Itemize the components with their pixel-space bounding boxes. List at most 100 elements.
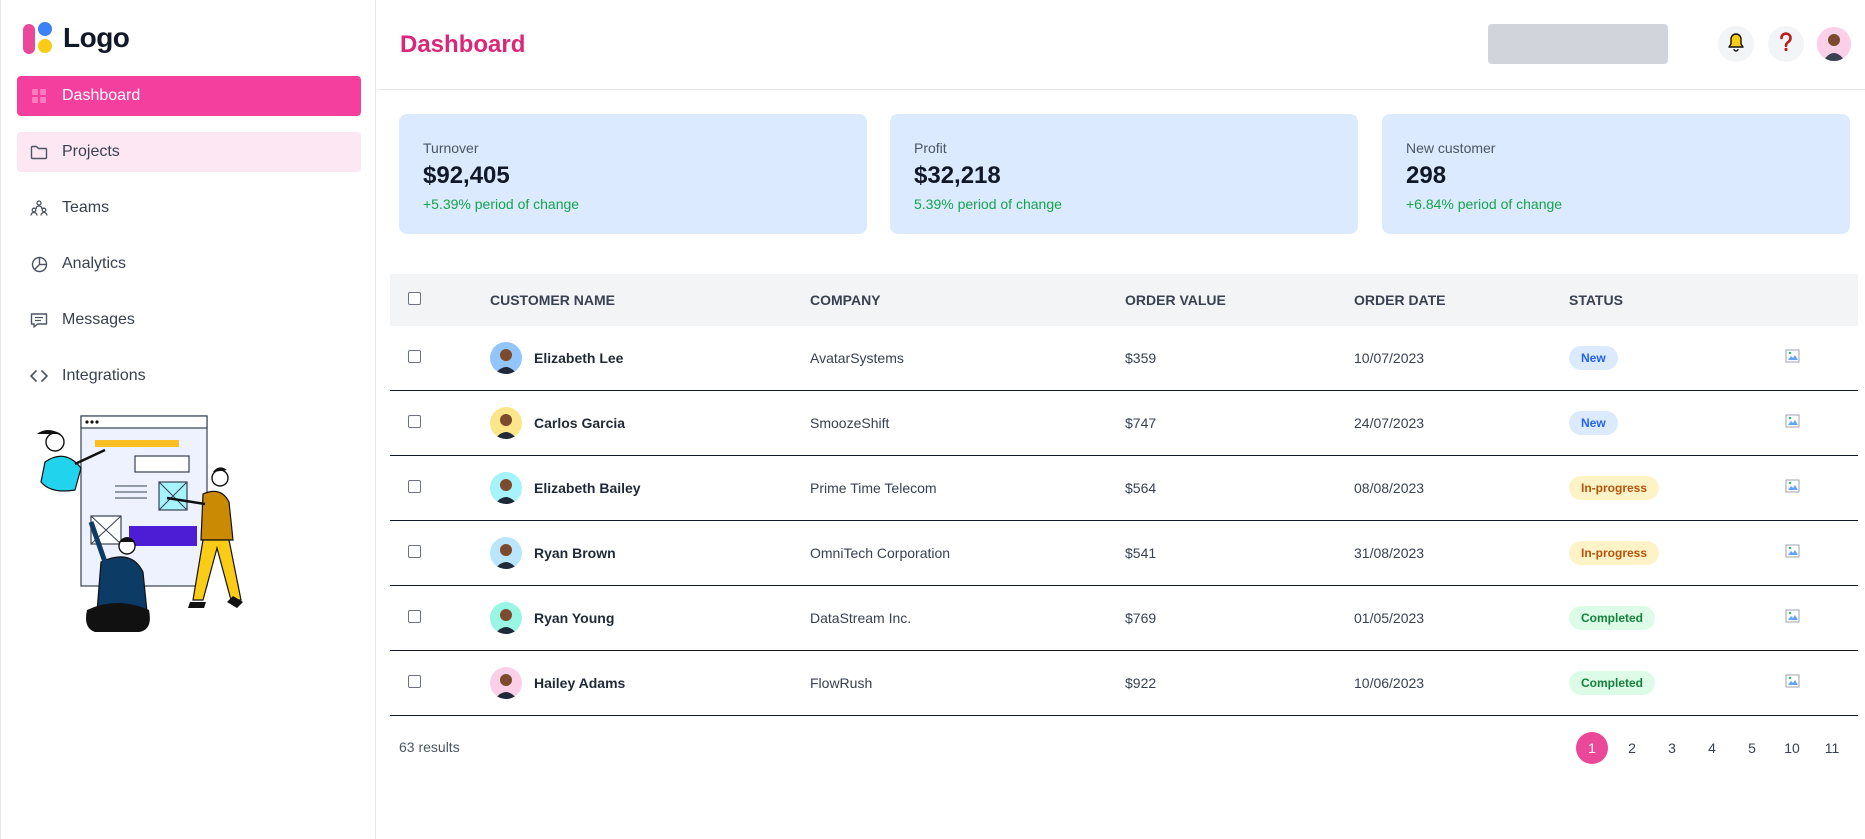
- page-button[interactable]: 10: [1776, 732, 1808, 764]
- order-value-cell: $747: [1125, 414, 1157, 431]
- page-button[interactable]: 2: [1616, 732, 1648, 764]
- message-icon: [30, 311, 48, 329]
- logo-text: Logo: [63, 22, 130, 53]
- row-action-image-icon[interactable]: [1785, 608, 1801, 624]
- row-action-image-icon[interactable]: [1785, 478, 1801, 494]
- row-checkbox[interactable]: [408, 674, 421, 688]
- sidebar-item-label: Projects: [62, 143, 120, 160]
- column-header-order-date[interactable]: ORDER DATE: [1354, 274, 1569, 326]
- order-date-cell: 08/08/2023: [1354, 479, 1425, 496]
- sidebar-item-label: Teams: [62, 199, 110, 216]
- notifications-button[interactable]: [1718, 26, 1754, 62]
- customer-name: Elizabeth Bailey: [534, 479, 641, 496]
- order-value-cell: $359: [1125, 349, 1157, 366]
- sidebar-item-integrations[interactable]: Integrations: [17, 356, 361, 396]
- company-cell: OmniTech Corporation: [810, 544, 951, 561]
- logo-mark-icon: [23, 22, 55, 54]
- company-cell: Prime Time Telecom: [810, 479, 937, 496]
- sidebar-item-messages[interactable]: Messages: [17, 300, 361, 340]
- row-checkbox[interactable]: [408, 609, 421, 623]
- stat-label: New customer: [1406, 140, 1496, 156]
- customer-name: Ryan Brown: [534, 544, 616, 561]
- row-action-image-icon[interactable]: [1785, 348, 1801, 364]
- customer-avatar: [490, 601, 522, 634]
- row-checkbox[interactable]: [408, 479, 421, 493]
- stat-value: $32,218: [914, 162, 1001, 189]
- row-checkbox[interactable]: [408, 414, 421, 428]
- grid-icon: [30, 87, 48, 105]
- column-header-customer-name[interactable]: CUSTOMER NAME: [490, 274, 810, 326]
- column-header-status[interactable]: STATUS: [1569, 274, 1785, 326]
- order-date-cell: 01/05/2023: [1354, 609, 1425, 626]
- row-action-image-icon[interactable]: [1785, 543, 1801, 559]
- order-value-cell: $541: [1125, 544, 1157, 561]
- stat-card-profit: Profit $32,218 5.39% period of change: [890, 114, 1358, 234]
- sidebar-item-label: Integrations: [62, 367, 146, 384]
- table-row[interactable]: Hailey Adams FlowRush $922 10/06/2023 Co…: [390, 650, 1858, 715]
- status-badge: New: [1569, 345, 1618, 370]
- table-row[interactable]: Elizabeth Lee AvatarSystems $359 10/07/2…: [390, 326, 1858, 390]
- pie-chart-icon: [30, 255, 48, 273]
- row-action-image-icon[interactable]: [1785, 413, 1801, 429]
- top-header: Dashboard: [377, 0, 1865, 90]
- status-badge: Completed: [1569, 605, 1656, 630]
- page-button[interactable]: 5: [1736, 732, 1768, 764]
- customer-cell: Ryan Young: [490, 601, 810, 634]
- search-bar[interactable]: [1488, 24, 1668, 64]
- customer-avatar: [490, 471, 522, 504]
- row-checkbox[interactable]: [408, 544, 421, 558]
- page-button[interactable]: 3: [1656, 732, 1688, 764]
- stat-change: 5.39% period of change: [914, 196, 1062, 212]
- page-button[interactable]: 11: [1816, 732, 1848, 764]
- table-row[interactable]: Ryan Brown OmniTech Corporation $541 31/…: [390, 520, 1858, 585]
- customer-cell: Elizabeth Lee: [490, 341, 810, 374]
- page-button[interactable]: 1: [1576, 732, 1608, 764]
- teams-icon: [30, 199, 48, 217]
- sidebar-item-analytics[interactable]: Analytics: [17, 244, 361, 284]
- code-icon: [30, 367, 48, 385]
- stat-change: +5.39% period of change: [423, 196, 580, 212]
- table-row[interactable]: Elizabeth Bailey Prime Time Telecom $564…: [390, 455, 1858, 520]
- order-date-cell: 10/06/2023: [1354, 674, 1425, 691]
- column-header-order-value[interactable]: ORDER VALUE: [1125, 274, 1354, 326]
- customer-avatar: [490, 406, 522, 439]
- company-cell: AvatarSystems: [810, 349, 904, 366]
- table-row[interactable]: Carlos Garcia SmoozeShift $747 24/07/202…: [390, 390, 1858, 455]
- folder-icon: [30, 143, 48, 161]
- company-cell: FlowRush: [810, 674, 873, 691]
- customer-avatar: [490, 666, 522, 699]
- sidebar-item-projects[interactable]: Projects: [17, 132, 361, 172]
- order-date-cell: 31/08/2023: [1354, 544, 1425, 561]
- sidebar-item-label: Messages: [62, 311, 135, 328]
- bell-icon: [1727, 32, 1745, 57]
- sidebar-item-dashboard[interactable]: Dashboard: [17, 76, 361, 116]
- help-button[interactable]: [1768, 26, 1804, 62]
- order-date-cell: 24/07/2023: [1354, 414, 1425, 431]
- customer-name: Elizabeth Lee: [534, 349, 624, 366]
- page-button[interactable]: 4: [1696, 732, 1728, 764]
- logo[interactable]: Logo: [23, 22, 130, 54]
- column-header-company[interactable]: COMPANY: [810, 274, 1125, 326]
- status-badge: In-progress: [1569, 540, 1660, 565]
- sidebar-nav: Dashboard Projects Teams Analytics Messa…: [17, 76, 361, 412]
- user-avatar[interactable]: [1817, 27, 1851, 61]
- results-count: 63 results: [399, 739, 460, 755]
- customer-cell: Ryan Brown: [490, 536, 810, 569]
- status-badge: In-progress: [1569, 475, 1660, 500]
- sidebar-item-teams[interactable]: Teams: [17, 188, 361, 228]
- table-row[interactable]: Ryan Young DataStream Inc. $769 01/05/20…: [390, 585, 1858, 650]
- order-value-cell: $922: [1125, 674, 1157, 691]
- team-illustration: [35, 412, 255, 652]
- sidebar-item-label: Analytics: [62, 255, 127, 272]
- help-icon: [1779, 31, 1793, 57]
- pagination: 1 2 3 4 5 10 11: [1576, 732, 1856, 764]
- stat-card-turnover: Turnover $92,405 +5.39% period of change: [399, 114, 867, 234]
- company-cell: SmoozeShift: [810, 414, 890, 431]
- select-all-checkbox[interactable]: [408, 292, 421, 305]
- customer-cell: Elizabeth Bailey: [490, 471, 810, 504]
- customer-cell: Hailey Adams: [490, 666, 810, 699]
- customer-cell: Carlos Garcia: [490, 406, 810, 439]
- row-action-image-icon[interactable]: [1785, 673, 1801, 689]
- row-checkbox[interactable]: [408, 349, 421, 363]
- status-badge: Completed: [1569, 670, 1656, 695]
